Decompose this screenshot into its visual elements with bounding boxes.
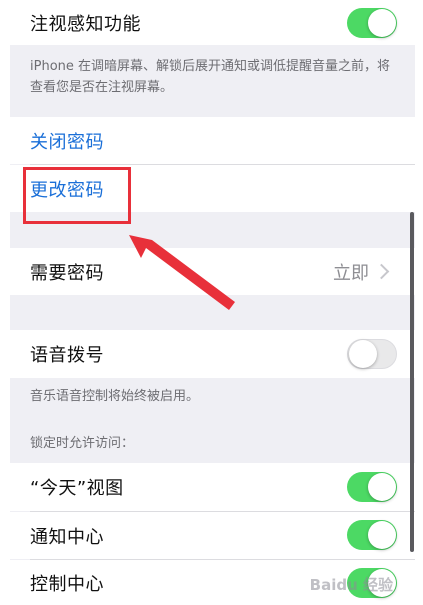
arrow-icon: [129, 235, 235, 310]
settings-screen: 注视感知功能 iPhone 在调暗屏幕、解锁后展开通知或调低提醒音量之前，将查看…: [0, 0, 423, 605]
watermark-logo: Baidu 经验: [309, 576, 393, 594]
annotation-arrow: [129, 235, 235, 310]
